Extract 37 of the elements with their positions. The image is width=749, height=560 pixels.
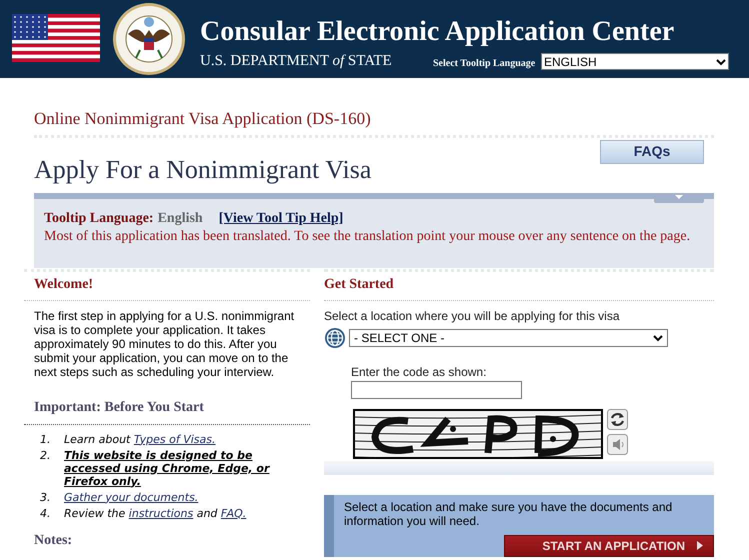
step-text: Review the instructions and FAQ. (64, 506, 248, 520)
faqs-button[interactable]: FAQs (600, 140, 704, 164)
globe-icon (324, 326, 346, 348)
step-number: 2. (40, 448, 52, 464)
tooltip-language-label: Tooltip Language: (44, 210, 154, 228)
start-text: Select a location and make sure you have the documents and information you will need. (344, 500, 674, 528)
caret-icon (716, 58, 726, 66)
arrow-icon (697, 541, 703, 550)
step-text: Gather your documents. (64, 490, 200, 504)
step-number: 3. (40, 490, 52, 504)
site-title: Consular Electronic Application Center (200, 15, 674, 49)
tooltip-help-link[interactable]: [View Tool Tip Help] (218, 210, 344, 228)
refresh-icon[interactable] (607, 408, 628, 430)
language-select[interactable]: ENGLISH (541, 53, 729, 70)
step-number: 4. (40, 506, 52, 520)
code-label: Enter the code as shown: (351, 364, 488, 380)
important-heading: Important: Before You Start (34, 398, 205, 416)
caret-icon (653, 334, 663, 342)
step-text: This website is designed to be accessed using Chrome, Edge, or Firefox only. (64, 448, 271, 488)
seal-icon (112, 2, 186, 76)
step-number: 1. (40, 432, 52, 446)
get-started-heading: Get Started (324, 276, 395, 294)
step-text: Learn about Types of Visas. (64, 432, 217, 446)
page-title: Apply For a Nonimmigrant Visa (34, 154, 372, 186)
welcome-heading: Welcome! (34, 276, 94, 294)
code-input-field[interactable] (351, 380, 522, 398)
language-label: Select Tooltip Language (433, 57, 536, 71)
tooltip-language-value: English (158, 210, 203, 228)
location-select[interactable]: - SELECT ONE - (349, 328, 668, 346)
location-label: Select a location where you will be applying for this visa (324, 308, 620, 324)
department-name: U.S. DEPARTMENT of STATE (200, 52, 392, 71)
translation-message: Most of this application has been translated. To see the translation point your mouse over any sentence on the page. (44, 228, 692, 246)
start-application-button[interactable]: START AN APPLICATION (504, 534, 714, 556)
notes-heading: Notes: (34, 532, 74, 550)
welcome-text: The first step in applying for a U.S. nonimmigrant visa is to complete your application. It takes approximately 90 minutes to do this. After you submit your application, you can move on to the next steps such as scheduling your interview. (34, 308, 296, 378)
breadcrumb: Online Nonimmigrant Visa Application (DS-160) (34, 108, 372, 130)
flag-icon (12, 14, 100, 62)
